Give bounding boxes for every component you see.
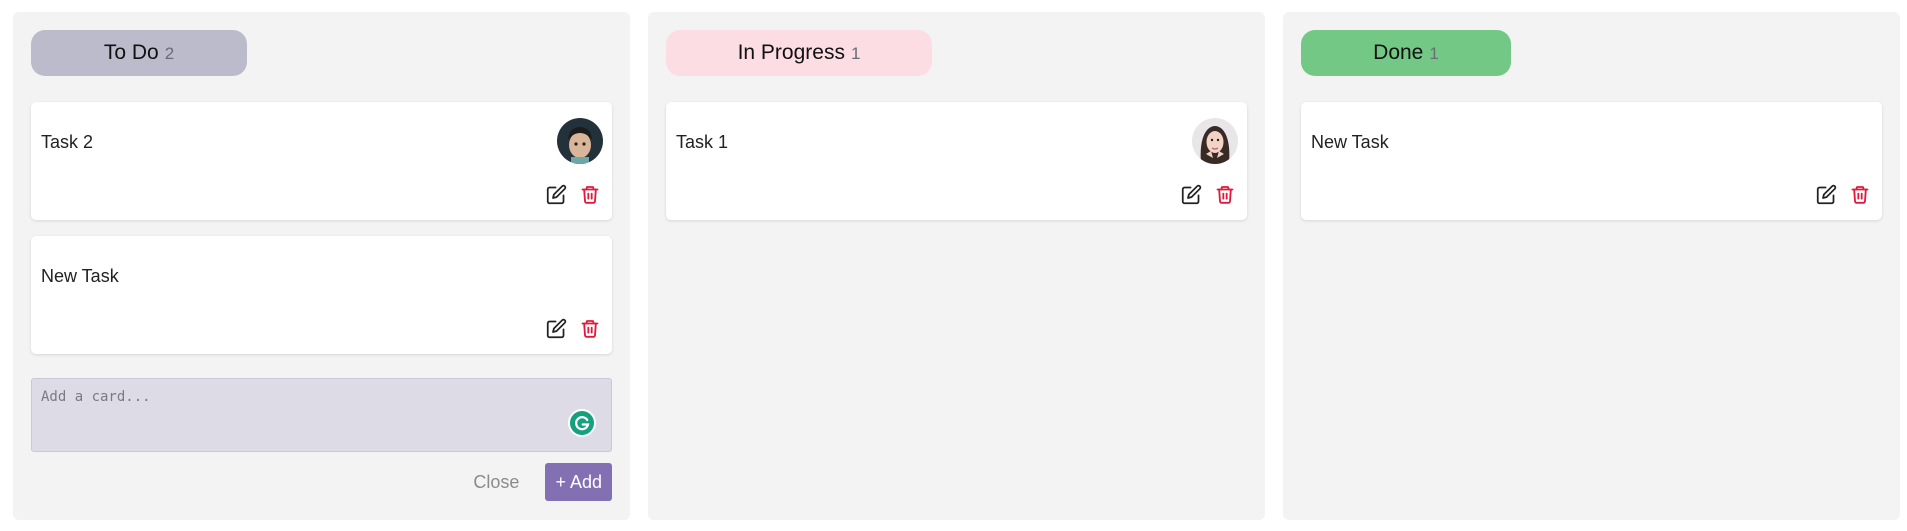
column-done: Done 1 New Task <box>1283 12 1900 520</box>
column-count: 2 <box>164 44 175 63</box>
card-title: Task 2 <box>41 132 94 152</box>
card-actions <box>1179 182 1237 206</box>
add-button[interactable]: + Add <box>545 463 612 501</box>
column-header-todo[interactable]: To Do 2 <box>31 30 247 76</box>
edit-icon[interactable] <box>1179 182 1203 206</box>
trash-icon[interactable] <box>1213 182 1237 206</box>
edit-icon[interactable] <box>1814 182 1838 206</box>
trash-icon[interactable] <box>578 182 602 206</box>
column-in-progress: In Progress 1 Task 1 <box>648 12 1265 520</box>
column-header-in-progress[interactable]: In Progress 1 <box>666 30 932 76</box>
edit-icon[interactable] <box>544 316 568 340</box>
card-actions <box>1814 182 1872 206</box>
trash-icon[interactable] <box>1848 182 1872 206</box>
edit-icon[interactable] <box>544 182 568 206</box>
column-header-done[interactable]: Done 1 <box>1301 30 1511 76</box>
trash-icon[interactable] <box>578 316 602 340</box>
add-card-input[interactable] <box>32 379 611 451</box>
task-card[interactable]: Task 1 <box>666 102 1247 220</box>
woman-avatar <box>1192 118 1238 164</box>
column-title: To Do <box>103 41 159 64</box>
column-count: 1 <box>1429 44 1439 63</box>
card-title: Task 1 <box>676 132 729 152</box>
grammarly-icon[interactable] <box>568 409 596 437</box>
task-card[interactable]: New Task <box>31 236 612 354</box>
column-todo: To Do 2 Task 2 New Task Add a card... Cl… <box>13 12 630 520</box>
column-title: In Progress <box>737 41 845 64</box>
column-title: Done <box>1373 41 1424 64</box>
add-card-area <box>31 378 612 452</box>
add-card-controls: Close + Add <box>31 463 612 501</box>
close-button[interactable]: Close <box>473 472 519 493</box>
column-count: 1 <box>850 44 861 63</box>
kanban-board: To Do 2 Task 2 New Task Add a card... Cl… <box>13 12 1900 520</box>
card-actions <box>544 182 602 206</box>
card-title: New Task <box>1311 132 1389 152</box>
card-actions <box>544 316 602 340</box>
task-card[interactable]: New Task <box>1301 102 1882 220</box>
task-card[interactable]: Task 2 <box>31 102 612 220</box>
card-title: New Task <box>41 266 119 286</box>
child-avatar <box>557 118 603 164</box>
